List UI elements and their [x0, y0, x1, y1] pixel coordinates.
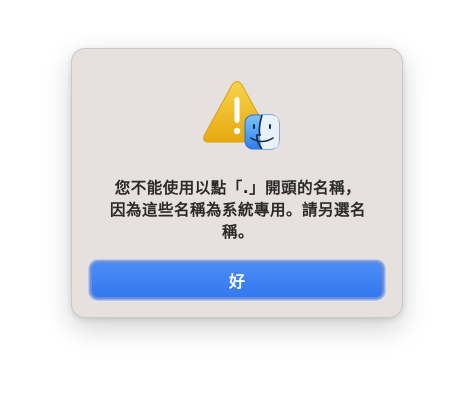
message-line: 因為這些名稱為系統專用。請另選名	[109, 201, 366, 219]
alert-message: 您不能使用以點「.」開頭的名稱， 因為這些名稱為系統專用。請另選名 稱。	[90, 177, 386, 243]
message-line: 稱。	[221, 223, 254, 241]
finder-icon	[244, 114, 280, 150]
ok-button[interactable]: 好	[90, 261, 384, 299]
alert-dialog: 您不能使用以點「.」開頭的名稱， 因為這些名稱為系統專用。請另選名 稱。 好	[71, 48, 403, 318]
ok-button-label: 好	[228, 272, 245, 291]
message-line: 您不能使用以點「.」開頭的名稱，	[114, 179, 362, 197]
warning-icon	[199, 79, 283, 163]
